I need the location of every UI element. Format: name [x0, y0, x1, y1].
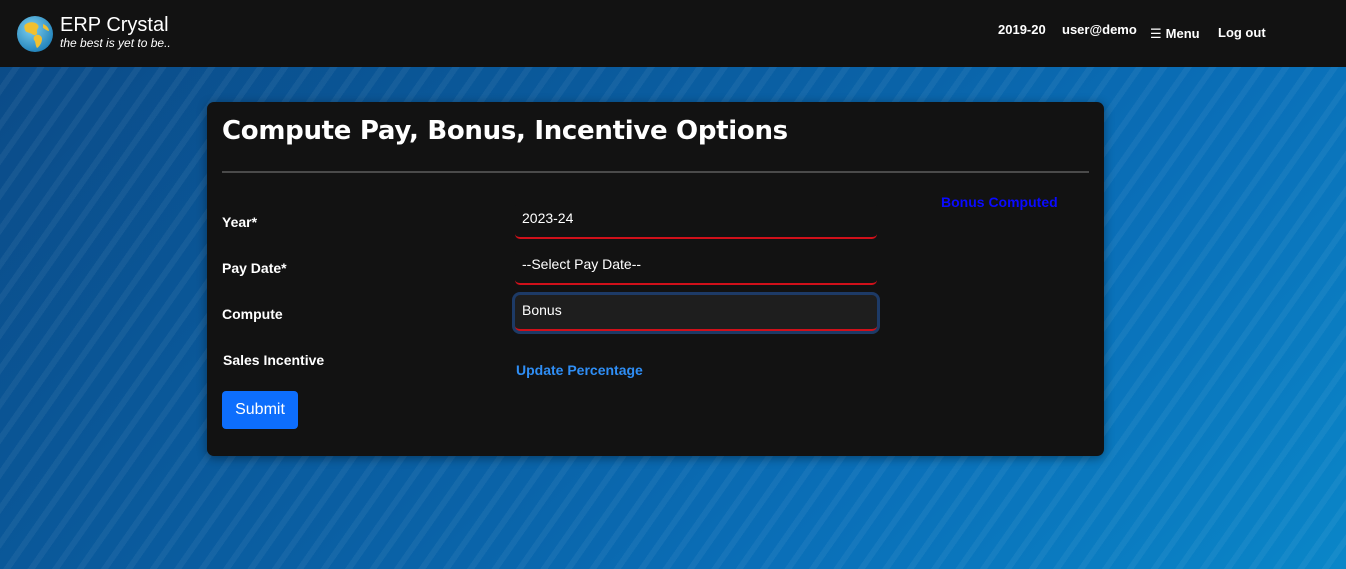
logout-link[interactable]: Log out	[1218, 25, 1266, 40]
user-account[interactable]: user@demo	[1062, 22, 1137, 37]
compute-label: Compute	[222, 306, 283, 322]
top-navbar: ERP Crystal the best is yet to be.. 2019…	[0, 0, 1346, 67]
brand[interactable]: ERP Crystal the best is yet to be..	[16, 14, 171, 53]
update-percentage-link[interactable]: Update Percentage	[516, 362, 643, 378]
status-message: Bonus Computed	[941, 194, 1058, 210]
app-name: ERP Crystal	[60, 14, 169, 36]
page-title: Compute Pay, Bonus, Incentive Options	[222, 116, 788, 146]
pay-date-select[interactable]: --Select Pay Date--	[515, 249, 877, 285]
menu-label: Menu	[1165, 26, 1200, 41]
menu-button[interactable]: ☰ Menu	[1150, 26, 1200, 42]
year-select[interactable]: 2023-24	[515, 203, 877, 239]
sales-incentive-label: Sales Incentive	[223, 352, 325, 368]
submit-button[interactable]: Submit	[222, 391, 298, 429]
globe-icon	[17, 16, 53, 52]
app-tagline: the best is yet to be..	[60, 36, 171, 50]
fiscal-year-indicator[interactable]: 2019-20	[998, 22, 1046, 37]
compute-select[interactable]: Bonus	[515, 295, 877, 331]
pay-date-label: Pay Date*	[222, 260, 287, 276]
title-divider	[222, 171, 1089, 173]
hamburger-icon: ☰	[1150, 26, 1162, 41]
compute-form-card: Compute Pay, Bonus, Incentive Options Bo…	[207, 102, 1104, 456]
year-label: Year*	[222, 214, 258, 230]
